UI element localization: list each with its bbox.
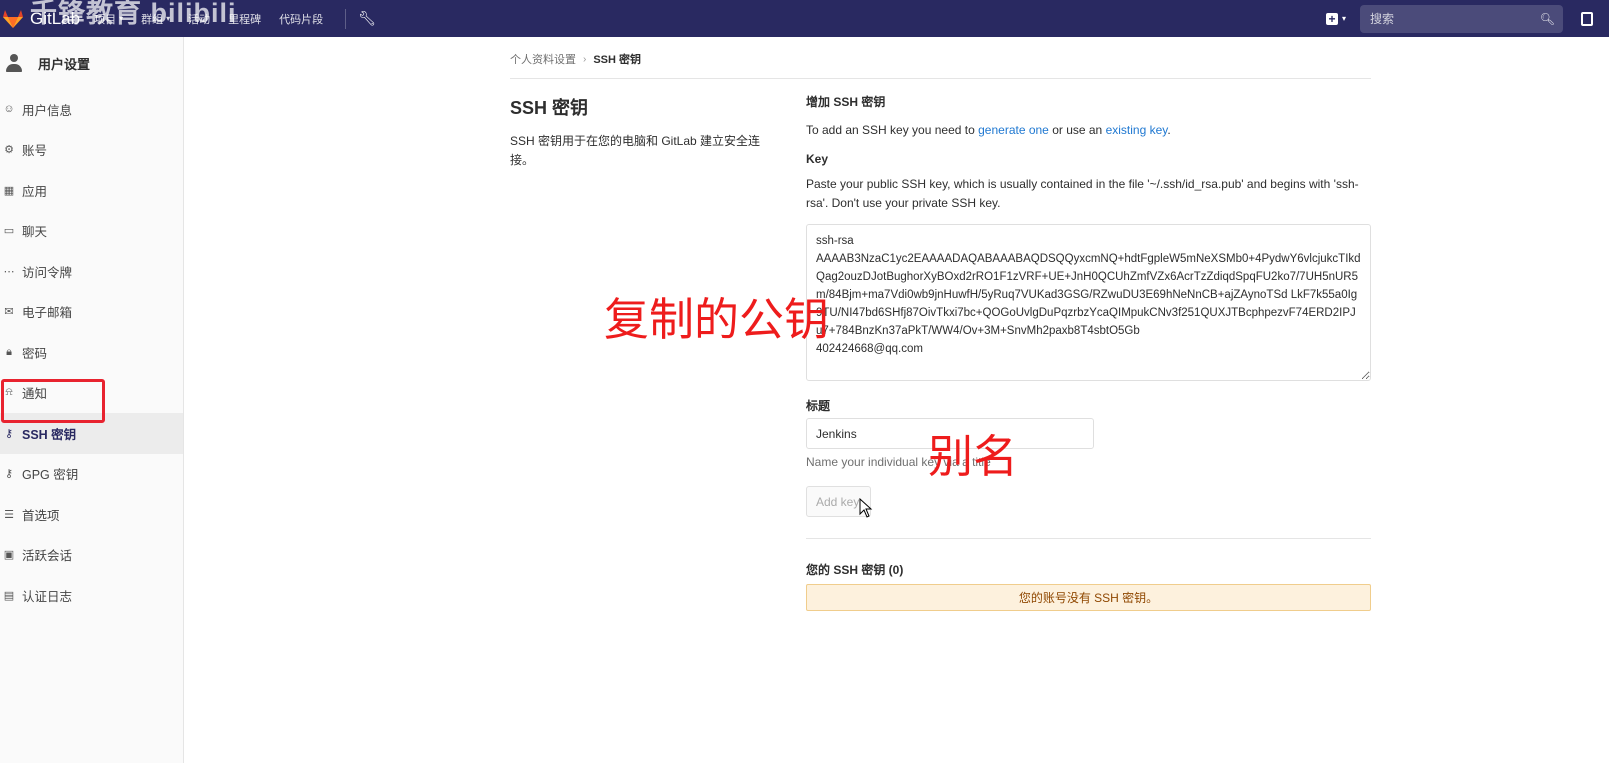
sidebar-item-label: 认证日志 — [22, 589, 73, 604]
nav-milestones-label: 里程碑 — [228, 13, 262, 26]
mouse-cursor-icon — [859, 498, 873, 518]
key-icon: ⚷ — [4, 427, 14, 440]
title-input[interactable] — [806, 418, 1094, 449]
nav-divider — [345, 8, 347, 29]
applications-icon: ▦ — [3, 184, 15, 197]
user-avatar-icon — [4, 53, 24, 73]
title-label: 标题 — [806, 399, 831, 413]
sidebar-item-1[interactable]: ⚙ 账号 — [0, 130, 183, 171]
chevron-down-icon: ▾ — [119, 14, 124, 23]
sidebar-item-label: 首选项 — [22, 508, 60, 523]
intro-prefix: To add an SSH key you need to — [806, 123, 979, 137]
sidebar-item-label: GPG 密钥 — [22, 468, 79, 483]
intro-middle: or use an — [1048, 123, 1106, 137]
public-key-annotation: 复制的公钥 — [604, 293, 830, 346]
main-nav-menu: 项目 ▾ 群组 ▾ 活动 里程碑 代码片段 🔧︎ — [94, 8, 376, 29]
top-navbar: GitLab 项目 ▾ 群组 ▾ 活动 里程碑 代码片段 🔧︎ 千锋教育 bilib… — [0, 0, 1609, 37]
sidebar-item-11[interactable]: ▣ 活跃会话 — [0, 535, 183, 576]
breadcrumb-profile-settings[interactable]: 个人资料设置 — [510, 51, 576, 67]
preferences-icon: ☰ — [4, 508, 14, 521]
sidebar-header[interactable]: 用户设置 — [0, 37, 183, 89]
sidebar-item-7[interactable]: ⍾ 通知 — [0, 373, 183, 414]
navbar-right: + ▾ 🔍︎ — [1325, 4, 1609, 33]
chevron-down-icon: ▾ — [1341, 14, 1346, 23]
key-label: Key — [806, 152, 829, 166]
generate-one-link[interactable]: generate one — [978, 123, 1049, 137]
sidebar-item-12[interactable]: ▤ 认证日志 — [0, 575, 183, 616]
chat-icon: ▭ — [3, 225, 15, 238]
add-ssh-key-form: 增加 SSH 密钥 To add an SSH key you need to … — [806, 93, 1371, 611]
sidebar-item-0[interactable]: ☺ 用户信息 — [0, 89, 183, 130]
sidebar-title: 用户设置 — [38, 56, 91, 72]
search-box: 🔍︎ — [1360, 4, 1563, 33]
sidebar-item-6[interactable]: 🔒︎ 密码 — [0, 332, 183, 373]
chevron-down-icon: ▾ — [166, 14, 171, 23]
profile-icon: ☺ — [3, 103, 15, 116]
search-input[interactable] — [1368, 10, 1540, 27]
page-title: SSH 密钥 — [510, 98, 589, 118]
sidebar-item-label: SSH 密钥 — [22, 427, 77, 442]
sidebar-item-label: 密码 — [22, 346, 48, 361]
breadcrumb-current[interactable]: SSH 密钥 — [593, 51, 641, 67]
sidebar-item-10[interactable]: ☰ 首选项 — [0, 494, 183, 535]
settings-sidebar: 用户设置 ☺ 用户信息 ⚙ 账号 ▦ 应用 ▭ 聊天 ⋯ 访问令牌 ✉ 电子邮箱 🔒︎ 密码 ⍾ 通知 ⚷ SSH… — [0, 37, 184, 763]
nav-snippets-label: 代码片段 — [279, 13, 324, 26]
token-icon: ⋯ — [3, 265, 15, 278]
sidebar-item-label: 电子邮箱 — [22, 306, 73, 321]
nav-activity-label: 活动 — [188, 13, 211, 26]
log-icon: ▤ — [3, 589, 15, 602]
mail-icon: ✉ — [4, 306, 14, 319]
admin-wrench-icon[interactable]: 🔧︎ — [358, 10, 376, 27]
sidebar-item-8[interactable]: ⚷ SSH 密钥 — [0, 413, 183, 454]
key-textarea[interactable]: ssh-rsa AAAAB3NzaC1yc2EAAAADAQABAAABAQDS… — [806, 224, 1371, 381]
sidebar-item-label: 通知 — [22, 387, 48, 402]
plus-icon: + — [1325, 12, 1338, 25]
nav-milestones[interactable]: 里程碑 — [228, 11, 261, 27]
sidebar-item-label: 用户信息 — [22, 103, 73, 118]
monitor-icon: ▣ — [3, 549, 15, 562]
sidebar-item-label: 活跃会话 — [22, 549, 73, 564]
sidebar-item-5[interactable]: ✉ 电子邮箱 — [0, 292, 183, 333]
section-divider — [806, 538, 1371, 539]
key-help-text: Paste your public SSH key, which is usua… — [806, 177, 1359, 210]
lock-icon: 🔒︎ — [6, 345, 12, 358]
existing-key-link[interactable]: existing key — [1106, 123, 1168, 137]
sidebar-list: ☺ 用户信息 ⚙ 账号 ▦ 应用 ▭ 聊天 ⋯ 访问令牌 ✉ 电子邮箱 🔒︎ 密码 ⍾ 通知 ⚷ SSH 密钥 ⚷ G… — [0, 89, 183, 616]
nav-groups[interactable]: 群组 ▾ — [141, 11, 170, 27]
add-ssh-key-heading: 增加 SSH 密钥 — [806, 95, 886, 109]
gitlab-logo-icon — [3, 9, 23, 28]
sidebar-item-4[interactable]: ⋯ 访问令牌 — [0, 251, 183, 292]
nav-projects-label: 项目 — [94, 13, 117, 26]
gitlab-logo[interactable]: GitLab — [2, 9, 80, 29]
no-ssh-keys-alert: 您的账号没有 SSH 密钥。 — [806, 584, 1371, 611]
page-intro: SSH 密钥 SSH 密钥用于在您的电脑和 GitLab 建立安全连接。 — [510, 94, 772, 170]
sidebar-item-label: 访问令牌 — [22, 265, 73, 280]
user-menu-icon[interactable] — [1581, 11, 1593, 26]
page-description: SSH 密钥用于在您的电脑和 GitLab 建立安全连接。 — [510, 134, 761, 167]
new-dropdown-button[interactable]: + ▾ — [1325, 12, 1346, 25]
account-icon: ⚙ — [4, 144, 14, 157]
bell-icon: ⍾ — [5, 386, 13, 399]
intro-suffix: . — [1167, 123, 1171, 137]
sidebar-item-2[interactable]: ▦ 应用 — [0, 170, 183, 211]
sidebar-item-3[interactable]: ▭ 聊天 — [0, 211, 183, 252]
your-ssh-keys-heading: 您的 SSH 密钥 (0) — [806, 563, 904, 577]
nav-snippets[interactable]: 代码片段 — [279, 11, 323, 27]
breadcrumb-chevron-icon: › — [583, 53, 587, 65]
sidebar-item-label: 聊天 — [22, 225, 48, 240]
search-icon[interactable]: 🔍︎ — [1540, 12, 1555, 26]
sidebar-item-label: 应用 — [22, 184, 48, 199]
title-help-text: Name your individual key via a title — [806, 455, 991, 469]
nav-groups-label: 群组 — [141, 13, 164, 26]
add-key-intro: To add an SSH key you need to generate o… — [806, 121, 1371, 139]
breadcrumb: 个人资料设置 › SSH 密钥 — [510, 50, 1371, 79]
sidebar-item-9[interactable]: ⚷ GPG 密钥 — [0, 454, 183, 495]
key-icon: ⚷ — [4, 468, 14, 481]
sidebar-item-label: 账号 — [22, 144, 48, 159]
nav-activity[interactable]: 活动 — [188, 11, 210, 27]
nav-projects[interactable]: 项目 ▾ — [94, 11, 123, 27]
brand-name: GitLab — [30, 8, 81, 28]
